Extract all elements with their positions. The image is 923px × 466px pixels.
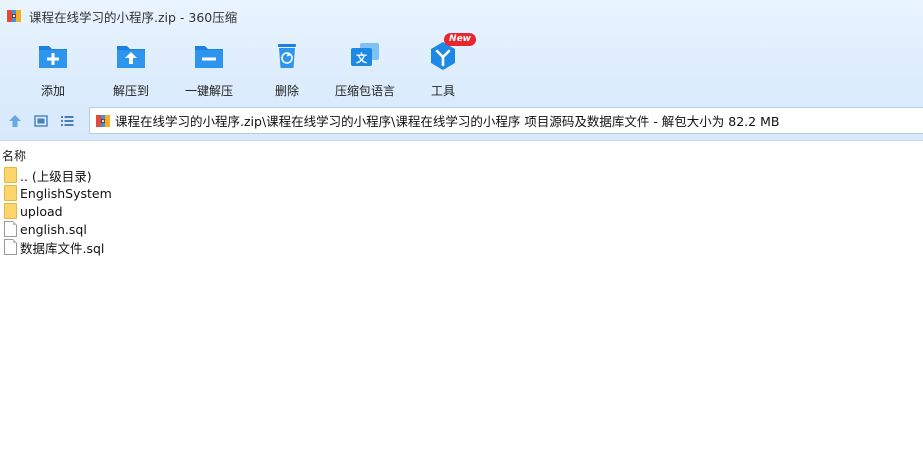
file-icon bbox=[4, 221, 17, 237]
one-click-extract-icon bbox=[192, 39, 226, 73]
list-item-name: english.sql bbox=[20, 221, 87, 237]
window-title: 课程在线学习的小程序.zip - 360压缩 bbox=[29, 9, 238, 25]
up-arrow-icon bbox=[9, 115, 21, 127]
column-header-name[interactable]: 名称 bbox=[0, 146, 923, 166]
list-item[interactable]: .. (上级目录) bbox=[0, 166, 923, 184]
add-button[interactable]: 添加 bbox=[14, 36, 92, 98]
thumbnail-view-icon bbox=[34, 115, 48, 127]
list-item-name: EnglishSystem bbox=[20, 185, 112, 201]
tools-icon: New bbox=[426, 33, 476, 73]
app-window: 课程在线学习的小程序.zip - 360压缩 添加 解压到 一键解压 删除 文 … bbox=[0, 0, 923, 466]
address-path: 课程在线学习的小程序.zip\课程在线学习的小程序\课程在线学习的小程序 项目源… bbox=[115, 114, 780, 129]
folder-icon bbox=[4, 185, 17, 201]
extract-to-icon bbox=[114, 39, 148, 73]
delete-trash-icon bbox=[270, 39, 304, 73]
list-item[interactable]: 数据库文件.sql bbox=[0, 238, 923, 256]
add-folder-icon bbox=[36, 39, 70, 73]
list-view-button[interactable] bbox=[56, 110, 78, 132]
folder-icon bbox=[4, 203, 17, 219]
main-toolbar: 添加 解压到 一键解压 删除 文 压缩包语言 New 工具 bbox=[14, 33, 482, 98]
list-view-icon bbox=[61, 116, 74, 126]
list-item[interactable]: EnglishSystem bbox=[0, 184, 923, 202]
svg-text:文: 文 bbox=[356, 51, 368, 65]
delete-label: 删除 bbox=[274, 84, 299, 98]
file-list: 名称 .. (上级目录) EnglishSystem upload englis… bbox=[0, 146, 923, 466]
list-item-name: .. (上级目录) bbox=[20, 168, 92, 184]
file-icon bbox=[4, 239, 17, 255]
extract-to-button[interactable]: 解压到 bbox=[92, 36, 170, 98]
tools-label: 工具 bbox=[430, 84, 455, 98]
up-directory-button[interactable] bbox=[4, 110, 26, 132]
address-bar[interactable]: 课程在线学习的小程序.zip\课程在线学习的小程序\课程在线学习的小程序 项目源… bbox=[89, 107, 923, 134]
one-click-extract-label: 一键解压 bbox=[184, 84, 233, 98]
new-badge: New bbox=[444, 33, 476, 46]
window-chrome: 课程在线学习的小程序.zip - 360压缩 添加 解压到 一键解压 删除 文 … bbox=[0, 0, 923, 141]
list-item[interactable]: upload bbox=[0, 202, 923, 220]
tools-button[interactable]: New 工具 bbox=[404, 33, 482, 98]
list-item-name: 数据库文件.sql bbox=[20, 240, 105, 256]
add-label: 添加 bbox=[40, 84, 65, 98]
archive-file-icon bbox=[95, 113, 111, 129]
list-item[interactable]: english.sql bbox=[0, 220, 923, 238]
archive-language-icon: 文 bbox=[348, 39, 382, 73]
list-item-name: upload bbox=[20, 203, 63, 219]
archive-language-label: 压缩包语言 bbox=[334, 84, 395, 98]
folder-icon bbox=[4, 167, 17, 183]
title-bar: 课程在线学习的小程序.zip - 360压缩 bbox=[0, 0, 923, 32]
archive-app-icon bbox=[6, 8, 22, 24]
one-click-extract-button[interactable]: 一键解压 bbox=[170, 36, 248, 98]
thumbnail-view-button[interactable] bbox=[30, 110, 52, 132]
archive-language-button[interactable]: 文 压缩包语言 bbox=[326, 36, 404, 98]
delete-button[interactable]: 删除 bbox=[248, 36, 326, 98]
extract-to-label: 解压到 bbox=[112, 84, 149, 98]
